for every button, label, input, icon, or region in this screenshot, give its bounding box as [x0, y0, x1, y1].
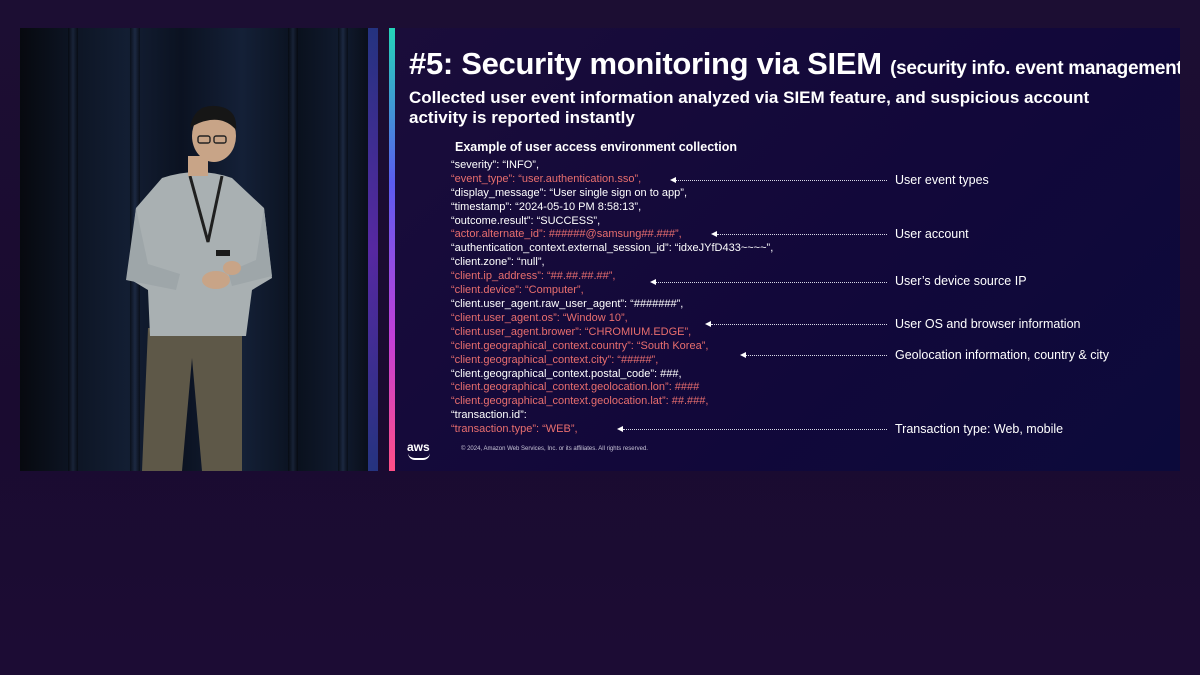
code-line: “transaction.id”: [451, 409, 527, 421]
section-heading: Example of user access environment colle… [455, 140, 738, 154]
aws-logo-text: aws [407, 440, 430, 454]
slide-title: #5: Security monitoring via SIEM (securi… [409, 46, 1180, 82]
annotation-label: User OS and browser information [895, 317, 1081, 331]
slide-subtitle: Collected user event information analyze… [409, 88, 1090, 127]
code-line: “display_message”: “User single sign on … [451, 187, 688, 199]
code-line: “client.ip_address”: “##.##.##.##”, [451, 270, 616, 282]
code-line: “client.zone”: “null”, [451, 256, 545, 268]
code-line: “actor.alternate_id”: ######@samsung##.#… [451, 228, 682, 240]
code-line: “client.user_agent.brower”: “CHROMIUM.ED… [451, 326, 692, 338]
annotation-label: User event types [895, 173, 989, 187]
annotation-arrow [670, 177, 887, 183]
annotation-arrow [617, 426, 887, 432]
code-line: “client.geographical_context.postal_code… [451, 368, 682, 380]
code-line: “authentication_context.external_session… [451, 242, 774, 254]
code-line: “client.geographical_context.country”: “… [451, 340, 709, 352]
speaker-video [20, 28, 378, 471]
code-line: “severity”: “INFO”, [451, 159, 539, 171]
code-line: “client.geographical_context.city”: “###… [451, 354, 659, 366]
code-line: “transaction.type”: “WEB”, [451, 423, 578, 435]
arrow-head-icon [705, 321, 711, 327]
speaker-figure [126, 105, 272, 471]
presentation-slide: #5: Security monitoring via SIEM (securi… [389, 28, 1180, 471]
annotation-label: Geolocation information, country & city [895, 348, 1109, 362]
code-line: “client.device”: “Computer”, [451, 284, 584, 296]
annotation-label: Transaction type: Web, mobile [895, 422, 1064, 436]
annotation-label: User’s device source IP [895, 274, 1027, 288]
code-line: “client.user_agent.raw_user_agent”: “###… [451, 298, 684, 310]
annotation-arrow [711, 231, 887, 237]
copyright-notice: © 2024, Amazon Web Services, Inc. or its… [461, 446, 648, 452]
annotation-arrow [705, 321, 887, 327]
annotation-arrow [650, 279, 887, 285]
arrow-head-icon [740, 352, 746, 358]
code-line: “event_type”: “user.authentication.sso”, [451, 173, 642, 185]
aws-smile-icon [408, 453, 430, 460]
arrow-head-icon [617, 426, 623, 432]
annotation-label: User account [895, 227, 969, 241]
arrow-head-icon [711, 231, 717, 237]
arrow-head-icon [670, 177, 676, 183]
arrow-head-icon [650, 279, 656, 285]
code-line: “outcome.result”: “SUCCESS”, [451, 215, 601, 227]
code-line: “client.geographical_context.geolocation… [451, 395, 709, 407]
annotation-arrow [740, 352, 887, 358]
code-line: “client.user_agent.os”: “Window 10”, [451, 312, 628, 324]
slide-title-note: (security info. event management) [890, 58, 1180, 79]
slide-title-main: #5: Security monitoring via SIEM [409, 46, 882, 81]
code-line: “timestamp”: “2024-05-10 PM 8:58:13”, [451, 201, 642, 213]
code-line: “client.geographical_context.geolocation… [451, 381, 700, 393]
slide-accent-bar [389, 28, 395, 471]
aws-logo: aws [407, 441, 435, 461]
